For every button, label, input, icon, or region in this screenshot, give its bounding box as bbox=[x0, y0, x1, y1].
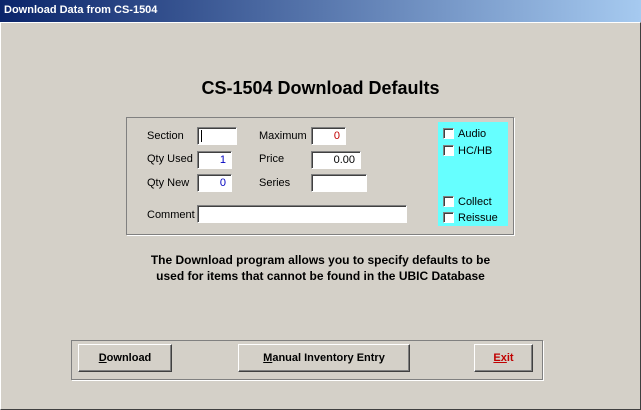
price-label: Price bbox=[259, 153, 285, 165]
comment-label: Comment bbox=[147, 209, 195, 221]
price-input[interactable]: 0.00 bbox=[311, 151, 361, 169]
qty-used-label: Qty Used bbox=[147, 153, 193, 165]
audio-checkbox[interactable] bbox=[443, 128, 454, 139]
download-mnemonic: D bbox=[98, 352, 107, 364]
download-button[interactable]: Download bbox=[78, 344, 172, 372]
collect-checkbox[interactable] bbox=[443, 196, 454, 207]
comment-input[interactable] bbox=[197, 205, 407, 223]
description-line-1: The Download program allows you to speci… bbox=[150, 253, 491, 267]
description-line-2: used for items that cannot be found in t… bbox=[156, 269, 485, 283]
exit-mnemonic: Ex bbox=[493, 352, 507, 364]
exit-label: it bbox=[506, 352, 514, 364]
maximum-input[interactable]: 0 bbox=[311, 127, 346, 145]
qty-new-input[interactable]: 0 bbox=[197, 174, 232, 192]
series-label: Series bbox=[259, 177, 291, 189]
manual-inventory-entry-button[interactable]: Manual Inventory Entry bbox=[238, 344, 410, 372]
download-label: ownload bbox=[106, 352, 152, 364]
manual-label: anual Inventory Entry bbox=[272, 352, 385, 364]
section-label: Section bbox=[147, 130, 184, 142]
page-heading: CS-1504 Download Defaults bbox=[201, 78, 440, 98]
reissue-checkbox[interactable] bbox=[443, 212, 454, 223]
hchb-label[interactable]: HC/HB bbox=[458, 145, 492, 157]
audio-label[interactable]: Audio bbox=[458, 128, 486, 140]
text-caret bbox=[201, 130, 202, 142]
exit-button[interactable]: Exit bbox=[474, 344, 533, 372]
manual-mnemonic: M bbox=[263, 352, 273, 364]
qty-new-label: Qty New bbox=[147, 177, 190, 189]
collect-label[interactable]: Collect bbox=[458, 196, 492, 208]
qty-used-input[interactable]: 1 bbox=[197, 151, 232, 169]
maximum-label: Maximum bbox=[259, 130, 307, 142]
title-bar[interactable]: Download Data from CS-1504 bbox=[0, 0, 641, 22]
window-title: Download Data from CS-1504 bbox=[4, 4, 158, 16]
section-input[interactable] bbox=[197, 127, 237, 145]
hchb-checkbox[interactable] bbox=[443, 145, 454, 156]
reissue-label[interactable]: Reissue bbox=[458, 212, 498, 224]
series-input[interactable] bbox=[311, 174, 367, 192]
